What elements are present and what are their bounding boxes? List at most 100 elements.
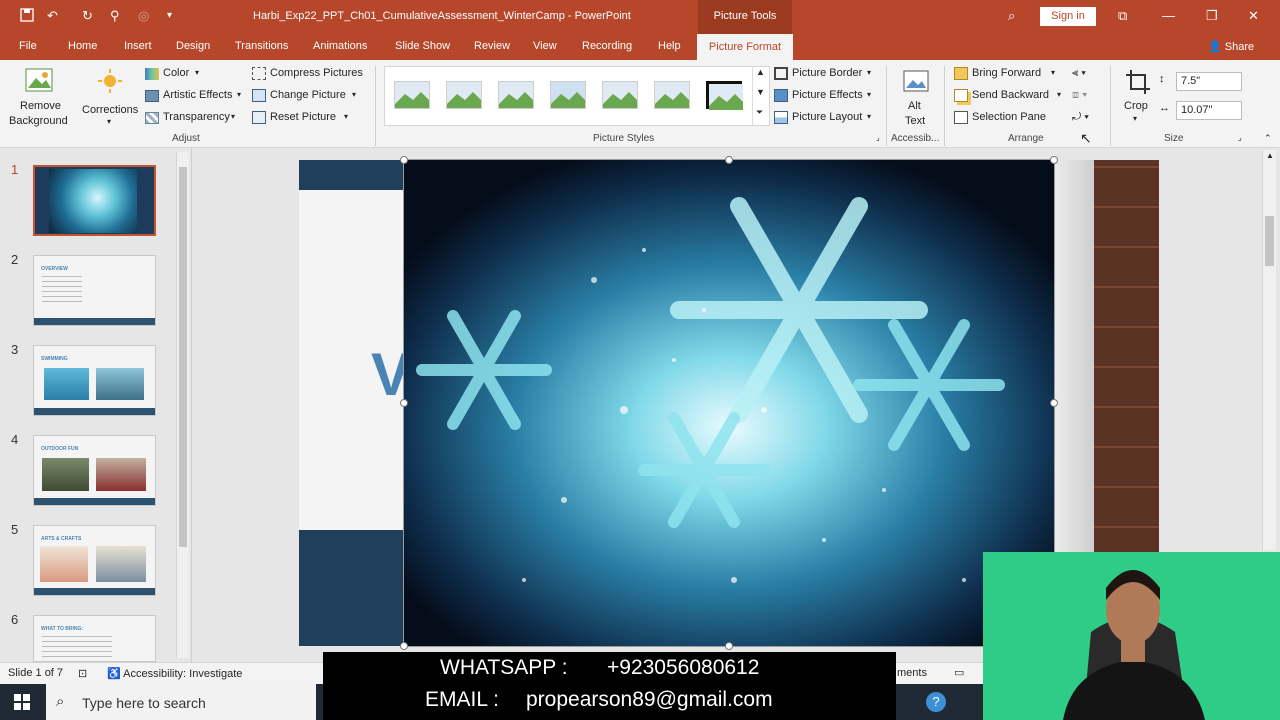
align-icon[interactable]: ⫷ ▾ xyxy=(1072,67,1086,80)
taskbar-search-box[interactable]: ⌕ Type here to search xyxy=(46,684,316,720)
picture-style-7[interactable] xyxy=(706,81,743,110)
resize-handle-left[interactable] xyxy=(400,399,408,407)
transparency-dropdown-icon: ▾ xyxy=(231,112,236,121)
bring-forward-button[interactable]: Bring Forward ▾ xyxy=(954,67,1060,85)
share-button[interactable]: 👤 Share xyxy=(1208,40,1254,53)
alt-text-button[interactable]: Alt Text xyxy=(895,66,937,130)
group-objects-icon[interactable]: ⧈ ▾ xyxy=(1072,89,1087,102)
slide-scroll-thumb[interactable] xyxy=(1265,216,1274,266)
tab-slide-show[interactable]: Slide Show xyxy=(395,40,450,52)
tab-view[interactable]: View xyxy=(533,40,557,52)
slide-footer-band xyxy=(34,498,155,505)
resize-handle-bottom[interactable] xyxy=(725,642,733,650)
slide-scrollbar[interactable]: ▲ xyxy=(1262,150,1276,550)
picture-effects-button[interactable]: Picture Effects ▾ xyxy=(774,89,878,107)
slide-thumbnail-6[interactable]: WHAT TO BRING: xyxy=(33,615,156,662)
picture-style-7-preview xyxy=(709,84,743,110)
resize-handle-top-left[interactable] xyxy=(400,156,408,164)
picture-border-button[interactable]: Picture Border ▾ xyxy=(774,67,878,85)
snowflake-picture[interactable] xyxy=(403,159,1055,647)
tab-file[interactable]: File xyxy=(19,40,37,52)
tab-picture-format[interactable]: Picture Format xyxy=(697,34,793,60)
gallery-up-icon[interactable]: ▲ xyxy=(756,67,765,77)
picture-style-1[interactable] xyxy=(394,81,430,109)
slide-thumbnail-3[interactable]: SWIMMING xyxy=(33,345,156,416)
tab-insert[interactable]: Insert xyxy=(124,40,152,52)
tab-recording[interactable]: Recording xyxy=(582,40,632,52)
thumbnails-scrollbar[interactable] xyxy=(176,152,189,658)
thumbnails-scroll-thumb[interactable] xyxy=(179,167,187,547)
undo-icon[interactable]: ↶ xyxy=(47,8,58,24)
help-icon[interactable]: ? xyxy=(926,692,946,712)
picture-layout-dropdown-icon: ▾ xyxy=(867,112,872,121)
gallery-down-icon[interactable]: ▼ xyxy=(756,87,765,97)
tab-home[interactable]: Home xyxy=(68,40,97,52)
comments-button[interactable]: ments xyxy=(897,667,927,679)
close-icon[interactable]: ✕ xyxy=(1248,8,1259,24)
windows-start-icon[interactable] xyxy=(14,694,30,710)
resize-handle-top[interactable] xyxy=(725,156,733,164)
change-picture-dropdown-icon: ▾ xyxy=(352,90,357,99)
tab-animations[interactable]: Animations xyxy=(313,40,367,52)
ribbon-display-options-icon[interactable]: ⧉ xyxy=(1118,8,1127,24)
transparency-button[interactable]: Transparency ▾ xyxy=(145,111,240,129)
redo-icon[interactable]: ↻ xyxy=(82,8,93,24)
picture-style-6[interactable] xyxy=(654,81,690,109)
resize-handle-right[interactable] xyxy=(1050,399,1058,407)
picture-style-2[interactable] xyxy=(446,81,482,109)
tab-help[interactable]: Help xyxy=(658,40,681,52)
slide-thumbnail-1[interactable] xyxy=(33,165,156,236)
resize-handle-top-right[interactable] xyxy=(1050,156,1058,164)
remove-background-button[interactable]: Remove Background xyxy=(8,64,70,130)
record-icon[interactable]: ◎ xyxy=(138,8,149,24)
crop-button[interactable]: Crop ▾ xyxy=(1120,66,1156,128)
start-from-beginning-icon[interactable]: ⚲ xyxy=(110,8,120,24)
collapse-ribbon-icon[interactable]: ⌃ xyxy=(1264,133,1272,144)
picture-style-3[interactable] xyxy=(498,81,534,109)
picture-style-5[interactable] xyxy=(602,81,638,109)
taskbar-search-placeholder: Type here to search xyxy=(82,695,206,711)
sign-in-button[interactable]: Sign in xyxy=(1040,7,1096,26)
accessibility-button[interactable]: ♿ Accessibility: Investigate xyxy=(107,667,242,680)
scroll-up-icon[interactable]: ▲ xyxy=(1266,151,1274,160)
picture-border-dropdown-icon: ▾ xyxy=(867,68,872,77)
gallery-more-icon[interactable]: ⏷ xyxy=(756,107,763,118)
tab-review[interactable]: Review xyxy=(474,40,510,52)
customize-qat-icon[interactable]: ▾ xyxy=(167,10,172,21)
send-backward-button[interactable]: Send Backward ▾ xyxy=(954,89,1066,107)
rotate-icon[interactable]: ⤾ ▾ xyxy=(1072,111,1089,124)
gallery-scroll[interactable]: ▲ ▼ ⏷ xyxy=(752,67,768,125)
size-dialog-launcher-icon[interactable]: ⌟ xyxy=(1238,133,1242,142)
change-picture-label: Change Picture xyxy=(270,89,346,101)
tab-design[interactable]: Design xyxy=(176,40,210,52)
bring-forward-dropdown-icon: ▾ xyxy=(1051,68,1056,77)
spelling-icon[interactable]: ⊡ xyxy=(78,667,87,680)
minimize-icon[interactable]: — xyxy=(1162,8,1175,23)
slide-thumbnail-2[interactable]: OVERVIEW xyxy=(33,255,156,326)
reset-picture-dropdown-icon: ▾ xyxy=(344,112,349,121)
artistic-effects-button[interactable]: Artistic Effects ▾ xyxy=(145,89,245,107)
bring-forward-label: Bring Forward xyxy=(972,67,1042,79)
search-icon[interactable]: ⌕ xyxy=(1008,8,1015,24)
picture-styles-dialog-launcher-icon[interactable]: ⌟ xyxy=(876,133,880,142)
shape-width-input[interactable]: 10.07" xyxy=(1176,101,1242,120)
reset-picture-button[interactable]: Reset Picture ▾ xyxy=(252,111,362,129)
tab-transitions[interactable]: Transitions xyxy=(235,40,288,52)
corrections-button[interactable]: Corrections ▾ xyxy=(80,64,142,130)
change-picture-button[interactable]: Change Picture ▾ xyxy=(252,89,362,107)
crop-dropdown-icon: ▾ xyxy=(1133,114,1138,123)
restore-icon[interactable]: ❐ xyxy=(1206,8,1218,24)
selection-pane-button[interactable]: Selection Pane xyxy=(954,111,1054,129)
send-backward-dropdown-icon: ▾ xyxy=(1057,90,1062,99)
shape-height-input[interactable]: 7.5" xyxy=(1176,72,1242,91)
compress-pictures-button[interactable]: Compress Pictures xyxy=(252,67,367,85)
slide-thumbnail-5[interactable]: ARTS & CRAFTS xyxy=(33,525,156,596)
normal-view-icon[interactable]: ▭ xyxy=(954,666,964,679)
save-icon[interactable] xyxy=(20,8,34,25)
resize-handle-bottom-left[interactable] xyxy=(400,642,408,650)
picture-layout-button[interactable]: Picture Layout ▾ xyxy=(774,111,878,129)
color-button[interactable]: Color ▾ xyxy=(145,67,240,85)
color-label: Color xyxy=(163,67,190,79)
slide-thumbnail-4[interactable]: OUTDOOR FUN xyxy=(33,435,156,506)
picture-style-4[interactable] xyxy=(550,81,586,109)
